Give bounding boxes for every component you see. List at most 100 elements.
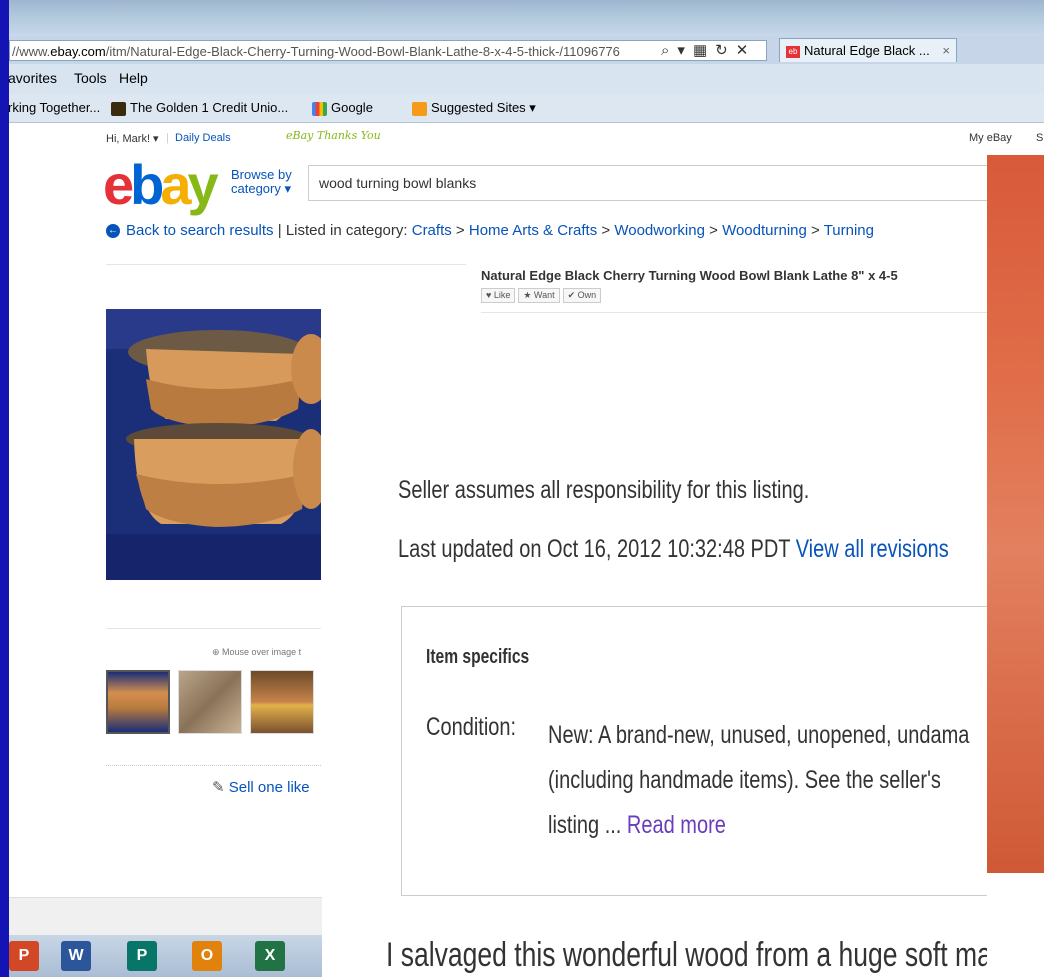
tab-close-icon[interactable]: × bbox=[942, 39, 950, 63]
back-arrow-icon[interactable]: ← bbox=[106, 224, 120, 239]
fav-suggested-label: Suggested Sites ▾ bbox=[431, 100, 536, 115]
search-icon[interactable]: ⌕ bbox=[661, 42, 669, 59]
fav-suggested-sites[interactable]: Suggested Sites ▾ bbox=[412, 100, 536, 116]
compat-view-icon[interactable]: ▦ bbox=[693, 41, 707, 59]
description-text: I salvaged this wonderful wood from a hu… bbox=[386, 936, 987, 974]
nav-divider: | bbox=[166, 132, 169, 144]
crumb-arrow: > bbox=[455, 222, 465, 239]
url-prefix: //www. bbox=[12, 44, 51, 59]
url-path: /itm/Natural-Edge-Black-Cherry-Turning-W… bbox=[105, 44, 620, 59]
view-revisions-link[interactable]: View all revisions bbox=[796, 535, 949, 563]
ebay-thanks-you-logo[interactable]: eBay Thanks You bbox=[286, 129, 381, 142]
greeting-menu[interactable]: Hi, Mark! ▾ bbox=[106, 132, 159, 145]
zoom-icon: ⊕ bbox=[212, 647, 223, 657]
mouse-over-hint: ⊕ Mouse over image t bbox=[212, 647, 301, 658]
thumbnail-3[interactable] bbox=[250, 670, 314, 734]
last-updated: Last updated on Oct 16, 2012 10:32:48 PD… bbox=[398, 535, 949, 564]
crumb-arrow: > bbox=[601, 222, 611, 239]
address-bar: //www.ebay.com/itm/Natural-Edge-Black-Ch… bbox=[9, 36, 1044, 64]
browser-title-bar bbox=[9, 0, 1044, 36]
wood-blanks-photo bbox=[106, 309, 321, 580]
url-input[interactable]: //www.ebay.com/itm/Natural-Edge-Black-Ch… bbox=[9, 40, 767, 61]
google-icon bbox=[312, 101, 327, 116]
item-title: Natural Edge Black Cherry Turning Wood B… bbox=[481, 268, 898, 283]
condition-line-3-text: listing ... bbox=[548, 811, 627, 839]
daily-deals-link[interactable]: Daily Deals bbox=[175, 132, 231, 144]
menu-tools[interactable]: Tools bbox=[74, 70, 107, 86]
back-to-results-link[interactable]: Back to search results bbox=[126, 222, 274, 239]
crumb-woodturning[interactable]: Woodturning bbox=[722, 222, 807, 239]
condition-line-2: (including handmade items). See the sell… bbox=[548, 766, 941, 794]
social-buttons: ♥ Like ★ Want ✔ Own bbox=[481, 288, 602, 303]
sell-one-label: Sell one like bbox=[228, 779, 310, 796]
nav-cut-link[interactable]: S bbox=[1036, 132, 1043, 144]
fav-golden1[interactable]: The Golden 1 Credit Unio... bbox=[111, 100, 288, 116]
thumbnail-2[interactable] bbox=[178, 670, 242, 734]
outlook-icon[interactable]: O bbox=[192, 941, 222, 971]
sell-one-like-link[interactable]: ✎ Sell one like bbox=[212, 778, 310, 796]
browse-by-category[interactable]: Browse by category ▾ bbox=[231, 168, 292, 196]
browse-line2: category ▾ bbox=[231, 181, 291, 196]
zoomed-description-panel: Seller assumes all responsibility for th… bbox=[322, 316, 987, 977]
fav-working-together[interactable]: rking Together... bbox=[8, 100, 100, 115]
menu-favorites[interactable]: avorites bbox=[8, 70, 57, 86]
listed-in-label: Listed in category: bbox=[285, 222, 408, 239]
word-icon[interactable]: W bbox=[61, 941, 91, 971]
taskbar: P W P O X bbox=[9, 935, 322, 977]
breadcrumb: ← Back to search results | Listed in cate… bbox=[106, 222, 874, 239]
menu-help[interactable]: Help bbox=[119, 70, 148, 86]
my-ebay-link[interactable]: My eBay bbox=[969, 132, 1012, 144]
crumb-arrow: > bbox=[709, 222, 718, 239]
search-input[interactable]: wood turning bowl blanks bbox=[308, 165, 1008, 201]
last-updated-text: Last updated on Oct 16, 2012 10:32:48 PD… bbox=[398, 535, 796, 563]
seller-responsibility-text: Seller assumes all responsibility for th… bbox=[398, 476, 810, 504]
read-more-link[interactable]: Read more bbox=[627, 811, 726, 839]
divider bbox=[106, 264, 466, 265]
ebay-favicon-icon: eb bbox=[786, 45, 800, 58]
photo-frame bbox=[106, 580, 321, 629]
browser-tab-ebay[interactable]: eb Natural Edge Black ... × bbox=[779, 38, 957, 62]
fav-google[interactable]: Google bbox=[312, 100, 373, 116]
url-domain: ebay.com bbox=[50, 44, 106, 59]
menu-bar: avorites Tools Help bbox=[8, 64, 1044, 94]
sell-icon: ✎ bbox=[212, 779, 229, 796]
powerpoint-icon[interactable]: P bbox=[9, 941, 39, 971]
publisher-icon[interactable]: P bbox=[127, 941, 157, 971]
stop-icon[interactable]: ✕ bbox=[736, 41, 749, 59]
logo-y: y bbox=[187, 153, 219, 216]
dropdown-icon[interactable]: ▾ bbox=[677, 41, 685, 59]
divider bbox=[481, 312, 991, 313]
divider bbox=[106, 765, 321, 767]
fav-golden1-label: The Golden 1 Credit Unio... bbox=[130, 100, 289, 115]
ebay-logo[interactable]: ebay bbox=[103, 157, 219, 213]
condition-value: New: A brand-new, unused, unopened, unda… bbox=[548, 713, 969, 848]
item-specifics-title: Item specifics bbox=[426, 646, 530, 668]
fav-google-label: Google bbox=[331, 100, 373, 115]
own-button[interactable]: ✔ Own bbox=[562, 288, 602, 303]
crumb-arrow: > bbox=[811, 222, 820, 239]
logo-b: b bbox=[130, 153, 164, 216]
window-bottom-strip bbox=[9, 897, 322, 936]
left-blue-bar bbox=[0, 0, 9, 977]
condition-label: Condition: bbox=[426, 713, 517, 741]
tab-title: Natural Edge Black ... bbox=[804, 43, 930, 58]
mouse-hint-text: Mouse over image t bbox=[222, 647, 302, 657]
excel-icon[interactable]: X bbox=[255, 941, 285, 971]
condition-line-3: listing ... Read more bbox=[548, 803, 932, 848]
thumbnail-1[interactable] bbox=[106, 670, 170, 734]
crumb-woodworking[interactable]: Woodworking bbox=[614, 222, 705, 239]
browse-line1: Browse by bbox=[231, 167, 292, 182]
breadcrumb-separator: | bbox=[277, 222, 282, 239]
refresh-icon[interactable]: ↻ bbox=[715, 41, 728, 59]
want-button[interactable]: ★ Want bbox=[518, 288, 560, 303]
main-item-photo[interactable] bbox=[106, 309, 321, 580]
crumb-home-arts[interactable]: Home Arts & Crafts bbox=[469, 222, 597, 239]
golden1-icon bbox=[111, 101, 126, 116]
thumbnail-strip bbox=[106, 670, 330, 734]
logo-e: e bbox=[103, 153, 134, 216]
wood-texture-overlay bbox=[987, 155, 1044, 873]
crumb-crafts[interactable]: Crafts bbox=[412, 222, 452, 239]
crumb-turning[interactable]: Turning bbox=[824, 222, 874, 239]
ebay-top-nav: Hi, Mark! ▾ | Daily Deals eBay Thanks Yo… bbox=[9, 123, 1044, 153]
like-button[interactable]: ♥ Like bbox=[481, 288, 516, 303]
